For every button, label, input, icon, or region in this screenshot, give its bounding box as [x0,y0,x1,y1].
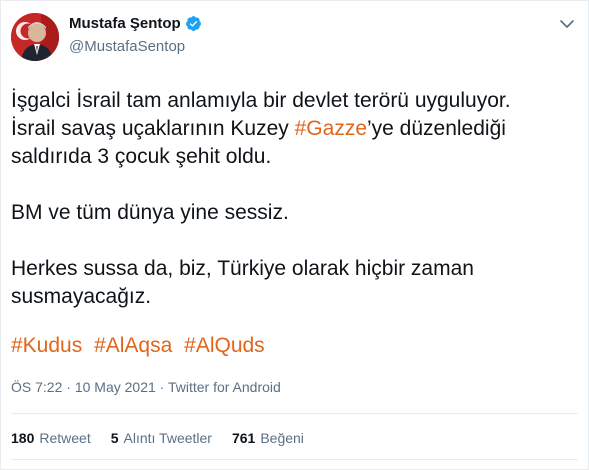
like-count[interactable]: 761 Beğeni [232,430,304,446]
author-name-row: Mustafa Şentop [69,15,202,32]
retweet-count-label: Retweet [39,430,91,446]
hashtag-link[interactable]: #Gazze [295,117,367,140]
retweet-count-value: 180 [11,430,35,446]
hashtag-list: #Kudus #AlAqsa #AlQuds [11,334,271,358]
quote-count-value: 5 [110,430,119,446]
tweet-source[interactable]: Twitter for Android [168,379,281,395]
tweet-line: BM ve tüm dünya yine sessiz. [11,201,289,224]
hashtag-link[interactable]: #AlAqsa [94,334,172,357]
tweet-text: İşgalci İsrail tam anlamıyla bir devlet … [11,87,576,311]
verified-badge-icon [185,15,202,32]
tweet-line: Herkes sussa da, biz, Türkiye olarak hiç… [11,257,474,280]
like-count-value: 761 [231,430,256,446]
author-name[interactable]: Mustafa Şentop [69,15,181,32]
author-handle[interactable]: @MustafaSentop [69,38,185,55]
divider [11,413,578,414]
avatar[interactable] [11,13,59,61]
profile-photo [11,13,59,61]
chevron-down-icon[interactable] [558,15,576,33]
tweet-card: Mustafa Şentop @MustafaSentop İşgalci İs… [0,0,589,470]
tweet-text-segment: ’ye düzenlediği [367,117,506,140]
quote-count-label: Alıntı Tweetler [123,430,212,446]
tweet-stats: 180 Retweet 5 Alıntı Tweetler 761 Beğeni [11,430,324,446]
hashtag-link[interactable]: #AlQuds [184,334,265,357]
tweet-date[interactable]: 10 May 2021 [75,379,156,395]
like-count-label: Beğeni [260,430,304,446]
tweet-line: İşgalci İsrail tam anlamıyla bir devlet … [11,89,511,112]
hashtag-link[interactable]: #Kudus [11,334,82,357]
tweet-line: susmayacağız. [11,285,152,308]
tweet-text-segment: İsrail savaş uçaklarının Kuzey [11,117,295,140]
tweet-time[interactable]: ÖS 7:22 [11,379,62,395]
retweet-count[interactable]: 180 Retweet [11,430,91,446]
tweet-meta: ÖS 7:22 · 10 May 2021 · Twitter for Andr… [11,379,281,395]
meta-separator: · [155,379,168,395]
divider [11,459,578,460]
quote-count[interactable]: 5 Alıntı Tweetler [111,430,212,446]
tweet-line: İsrail savaş uçaklarının Kuzey #Gazze’ye… [11,115,576,143]
meta-separator: · [62,379,75,395]
tweet-line: saldırıda 3 çocuk şehit oldu. [11,145,272,168]
